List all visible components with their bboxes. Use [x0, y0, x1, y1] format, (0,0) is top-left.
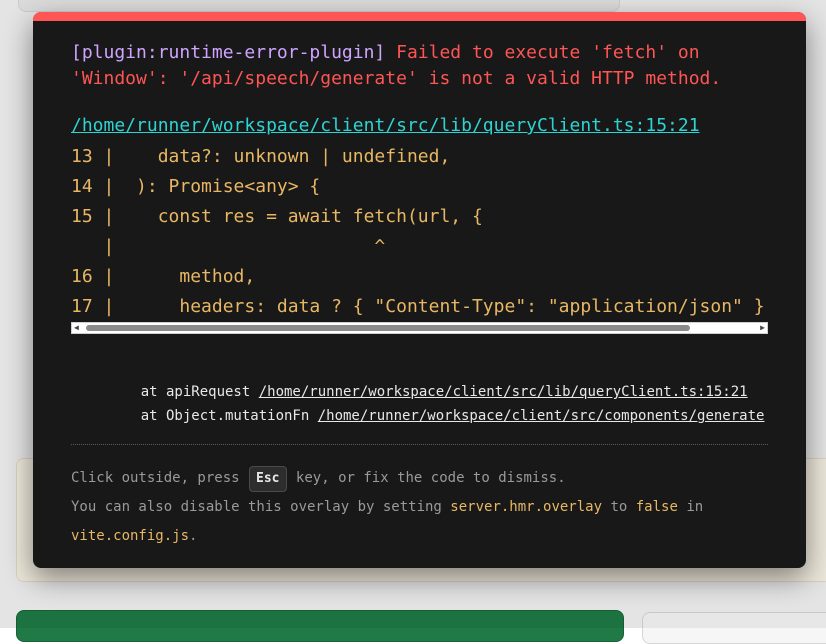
tip-line: vite.config.js. [71, 522, 768, 551]
setting-value: false [635, 499, 678, 515]
tip-text: key, or fix the code to dismiss. [287, 470, 566, 486]
stack-trace: at apiRequest /home/runner/workspace/cli… [107, 380, 768, 428]
dismiss-tip: Click outside, press Esc key, or fix the… [71, 464, 768, 551]
error-overlay: [plugin:runtime-error-plugin] Failed to … [33, 12, 806, 568]
stack-frame: at Object.mutationFn /home/runner/worksp… [107, 404, 768, 428]
scrollbar-thumb[interactable] [86, 325, 690, 331]
code-line: 17 | headers: data ? { "Content-Type": "… [71, 296, 768, 317]
esc-key: Esc [249, 466, 287, 492]
error-file-link[interactable]: /home/runner/workspace/client/src/lib/qu… [71, 114, 700, 138]
error-message: [plugin:runtime-error-plugin] Failed to … [71, 40, 771, 92]
scroll-left-arrow-icon[interactable]: ◀ [74, 324, 79, 332]
tip-text: You can also disable this overlay by set… [71, 499, 451, 515]
stack-frame-location-link[interactable]: /home/runner/workspace/client/src/lib/qu… [259, 384, 748, 400]
scroll-right-arrow-icon[interactable]: ▶ [760, 324, 765, 332]
config-file-name: vite.config.js [71, 528, 190, 544]
code-line: 13 | data?: unknown | undefined, [71, 146, 451, 167]
tip-line: Click outside, press Esc key, or fix the… [71, 464, 768, 493]
code-line: 14 | ): Promise<any> { [71, 176, 321, 197]
code-horizontal-scrollbar[interactable]: ◀ ▶ [71, 322, 768, 334]
plugin-name: [plugin:runtime-error-plugin] [71, 42, 386, 63]
stack-frame-function: at apiRequest [107, 384, 259, 400]
error-accent-bar [33, 12, 806, 21]
stack-frame-function: at Object.mutationFn [107, 408, 318, 424]
code-caret-line: | ^ [71, 236, 386, 257]
stack-frame-location-link[interactable]: /home/runner/workspace/client/src/compon… [318, 408, 765, 424]
code-line: 16 | method, [71, 266, 256, 287]
tip-text: . [189, 528, 198, 544]
divider [71, 444, 768, 445]
tip-text: Click outside, press [71, 470, 249, 486]
tip-line: You can also disable this overlay by set… [71, 493, 768, 522]
code-line: 15 | const res = await fetch(url, { [71, 206, 483, 227]
tip-text: in [677, 499, 704, 515]
stack-frame: at apiRequest /home/runner/workspace/cli… [107, 380, 768, 404]
tip-text: to [602, 499, 636, 515]
code-frame: 13 | data?: unknown | undefined, 14 | ):… [71, 142, 768, 324]
setting-name: server.hmr.overlay [450, 499, 603, 515]
